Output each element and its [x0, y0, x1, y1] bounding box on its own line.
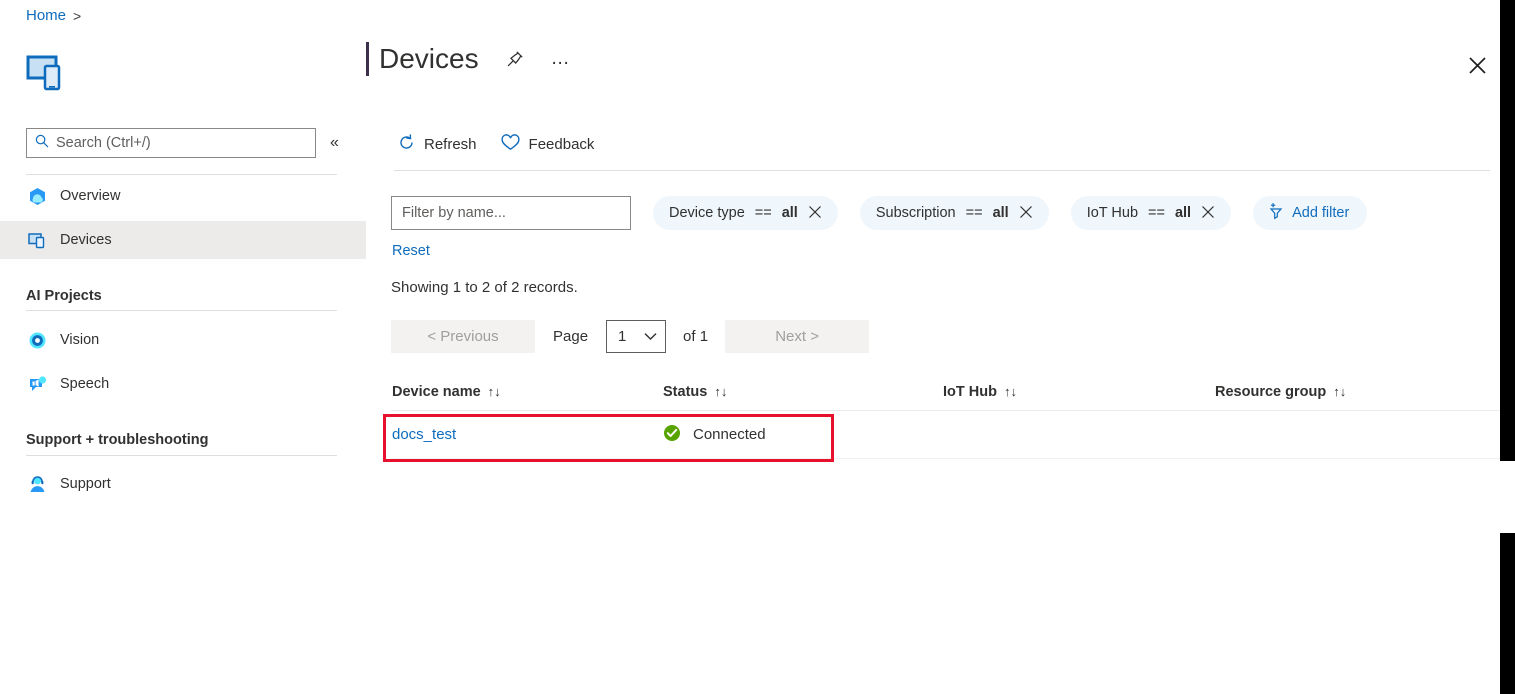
right-edge-bar-bottom [1500, 533, 1515, 694]
filter-by-name-input[interactable]: Filter by name... [391, 196, 631, 230]
page-number-value: 1 [618, 328, 626, 345]
sort-icon-iot-hub[interactable]: ↑↓ [1004, 384, 1017, 399]
next-page-button[interactable]: Next > [725, 320, 869, 353]
filter-chip-subscription-remove-icon[interactable] [1019, 205, 1033, 222]
sidebar-item-vision-label: Vision [60, 333, 99, 348]
sidebar-group-ai-projects: AI Projects [26, 288, 102, 304]
feedback-button[interactable]: Feedback [499, 130, 597, 159]
search-placeholder: Search (Ctrl+/) [56, 135, 151, 151]
filter-chip-subscription[interactable]: Subscription == all [860, 196, 1049, 230]
overview-icon [27, 186, 47, 206]
sort-icon-status[interactable]: ↑↓ [714, 384, 727, 399]
add-filter-label: Add filter [1292, 205, 1349, 221]
sidebar: Search (Ctrl+/) « Overview [0, 38, 366, 694]
command-bar: Refresh Feedback [396, 130, 596, 159]
filter-chip-device-type-value: all [782, 205, 798, 221]
filter-chip-iot-hub-operator: == [1148, 205, 1165, 221]
filter-chip-subscription-value: all [993, 205, 1009, 221]
column-header-device-name[interactable]: Device name ↑↓ [391, 384, 663, 400]
sidebar-item-speech-label: Speech [60, 377, 109, 392]
page-label: Page [553, 328, 588, 345]
device-name-link[interactable]: docs_test [392, 426, 456, 443]
filter-chip-iot-hub-value: all [1175, 205, 1191, 221]
column-header-iot-hub[interactable]: IoT Hub ↑↓ [943, 384, 1215, 400]
add-filter-button[interactable]: Add filter [1253, 196, 1367, 230]
filter-chip-iot-hub[interactable]: IoT Hub == all [1071, 196, 1231, 230]
sidebar-item-support[interactable]: Support [0, 465, 366, 503]
close-icon[interactable] [1465, 53, 1489, 77]
sidebar-item-speech[interactable]: Speech [0, 365, 366, 403]
column-header-resource-group-label: Resource group [1215, 384, 1326, 400]
breadcrumb-separator-icon: > [73, 8, 81, 24]
page-total-label: of 1 [683, 328, 708, 345]
command-bar-divider [394, 170, 1490, 171]
filter-chip-device-type-remove-icon[interactable] [808, 205, 822, 222]
filter-chip-subscription-operator: == [966, 205, 983, 221]
filter-bar: Filter by name... Device type == all Sub… [391, 196, 1367, 230]
table-row[interactable]: docs_test Connected [391, 411, 1515, 459]
column-header-status-label: Status [663, 384, 707, 400]
previous-page-button[interactable]: < Previous [391, 320, 535, 353]
records-count-text: Showing 1 to 2 of 2 records. [391, 279, 578, 296]
sidebar-group-support: Support + troubleshooting [26, 432, 208, 448]
right-edge-bar-top [1500, 0, 1515, 461]
collapse-sidebar-icon[interactable]: « [330, 135, 339, 151]
column-header-device-name-label: Device name [392, 384, 481, 400]
sidebar-divider-support [26, 455, 337, 456]
filter-chip-device-type-field: Device type [669, 205, 745, 221]
breadcrumb-home[interactable]: Home [26, 7, 66, 24]
sidebar-item-devices[interactable]: Devices [0, 221, 366, 259]
sort-icon-resource-group[interactable]: ↑↓ [1333, 384, 1346, 399]
devices-table: Device name ↑↓ Status ↑↓ IoT Hub ↑↓ Reso… [391, 373, 1515, 459]
filter-chip-iot-hub-remove-icon[interactable] [1201, 205, 1215, 222]
refresh-icon [398, 134, 415, 155]
refresh-label: Refresh [424, 136, 477, 153]
sidebar-item-overview-label: Overview [60, 189, 120, 204]
support-icon [27, 474, 47, 494]
column-header-status[interactable]: Status ↑↓ [663, 384, 943, 400]
filter-chip-iot-hub-field: IoT Hub [1087, 205, 1138, 221]
filter-chip-device-type-operator: == [755, 205, 772, 221]
filter-chip-subscription-field: Subscription [876, 205, 956, 221]
sidebar-item-overview[interactable]: Overview [0, 177, 366, 215]
chevron-down-icon [644, 328, 657, 345]
add-filter-icon [1267, 202, 1285, 224]
sidebar-item-vision[interactable]: Vision [0, 321, 366, 359]
pin-icon[interactable] [505, 49, 525, 69]
cell-device-name: docs_test [391, 426, 663, 443]
sidebar-divider-top [26, 174, 337, 175]
azure-portal-devices-page: Home > Search (Ctrl+/) « [0, 0, 1515, 694]
pagination-controls: < Previous Page 1 of 1 Next > [391, 320, 869, 353]
speech-icon [27, 374, 47, 394]
table-header-row: Device name ↑↓ Status ↑↓ IoT Hub ↑↓ Reso… [391, 373, 1515, 411]
feedback-label: Feedback [529, 136, 595, 153]
sidebar-item-devices-label: Devices [60, 233, 112, 248]
title-accent-bar [366, 42, 369, 76]
search-input[interactable]: Search (Ctrl+/) [26, 128, 316, 158]
filter-chip-device-type[interactable]: Device type == all [653, 196, 838, 230]
search-icon [35, 134, 49, 153]
heart-icon [501, 134, 520, 155]
devices-resource-icon [26, 53, 70, 93]
refresh-button[interactable]: Refresh [396, 130, 479, 159]
column-header-iot-hub-label: IoT Hub [943, 384, 997, 400]
more-options-icon[interactable]: … [551, 54, 572, 64]
cell-status: Connected [663, 424, 943, 446]
devices-icon [27, 230, 47, 250]
vision-icon [27, 330, 47, 350]
sidebar-item-support-label: Support [60, 477, 111, 492]
page-number-select[interactable]: 1 [606, 320, 666, 353]
main-panel: Devices … [366, 0, 1515, 694]
breadcrumb: Home > [26, 7, 81, 24]
column-header-resource-group[interactable]: Resource group ↑↓ [1215, 384, 1495, 400]
sidebar-search-row: Search (Ctrl+/) « [26, 127, 356, 159]
reset-filters-link[interactable]: Reset [392, 243, 430, 259]
page-title: Devices [379, 45, 479, 73]
filter-by-name-placeholder: Filter by name... [402, 205, 506, 221]
sort-icon-device-name[interactable]: ↑↓ [488, 384, 501, 399]
success-check-icon [663, 424, 681, 446]
sidebar-divider-ai-projects [26, 310, 337, 311]
page-title-row: Devices … [366, 42, 572, 76]
status-label: Connected [693, 426, 766, 443]
